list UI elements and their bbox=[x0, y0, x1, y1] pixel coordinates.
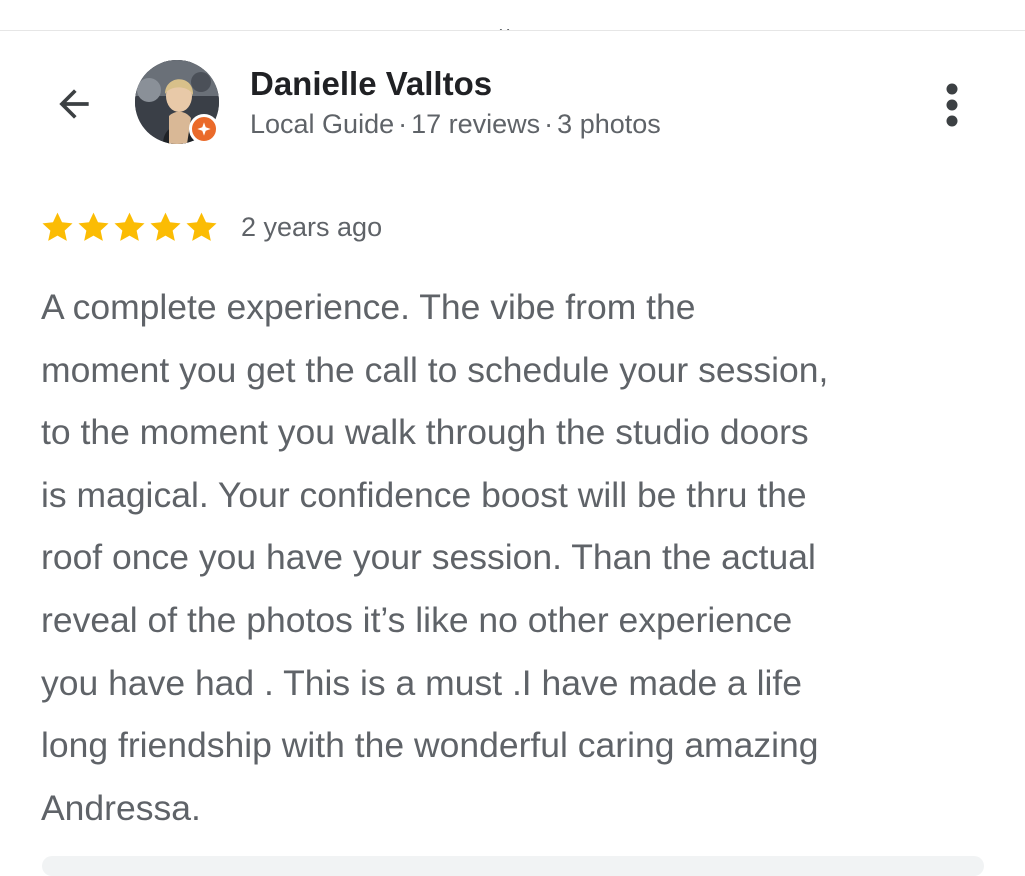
star-icon bbox=[42, 212, 73, 241]
star-icon bbox=[150, 212, 181, 241]
star-icon bbox=[114, 212, 145, 241]
star-icon bbox=[78, 212, 109, 241]
reviews-count: 17 reviews bbox=[411, 109, 541, 139]
review-text: A complete experience. The vibe from the… bbox=[41, 287, 829, 828]
reviewer-name[interactable]: Danielle Valltos bbox=[250, 64, 492, 104]
photos-count: 3 photos bbox=[557, 109, 661, 139]
arrow-left-icon bbox=[59, 89, 89, 119]
rating-row: 2 years ago bbox=[40, 205, 382, 249]
more-vert-icon bbox=[946, 83, 958, 127]
reviewer-avatar[interactable] bbox=[135, 60, 219, 144]
back-button[interactable] bbox=[44, 76, 104, 132]
top-strip: ᵧ bbox=[0, 0, 1025, 31]
reviewer-meta: Local Guide · 17 reviews · 3 photos bbox=[250, 106, 661, 142]
star-rating bbox=[40, 210, 219, 245]
truncated-header-text: ᵧ bbox=[500, 13, 509, 31]
more-options-button[interactable] bbox=[925, 78, 979, 132]
review-age: 2 years ago bbox=[241, 212, 383, 242]
local-guide-badge-icon bbox=[189, 114, 219, 144]
meta-separator: · bbox=[398, 109, 408, 139]
bottom-card-edge bbox=[42, 856, 984, 876]
star-icon bbox=[186, 212, 217, 241]
local-guide-label: Local Guide bbox=[250, 109, 395, 139]
meta-separator: · bbox=[544, 109, 554, 139]
